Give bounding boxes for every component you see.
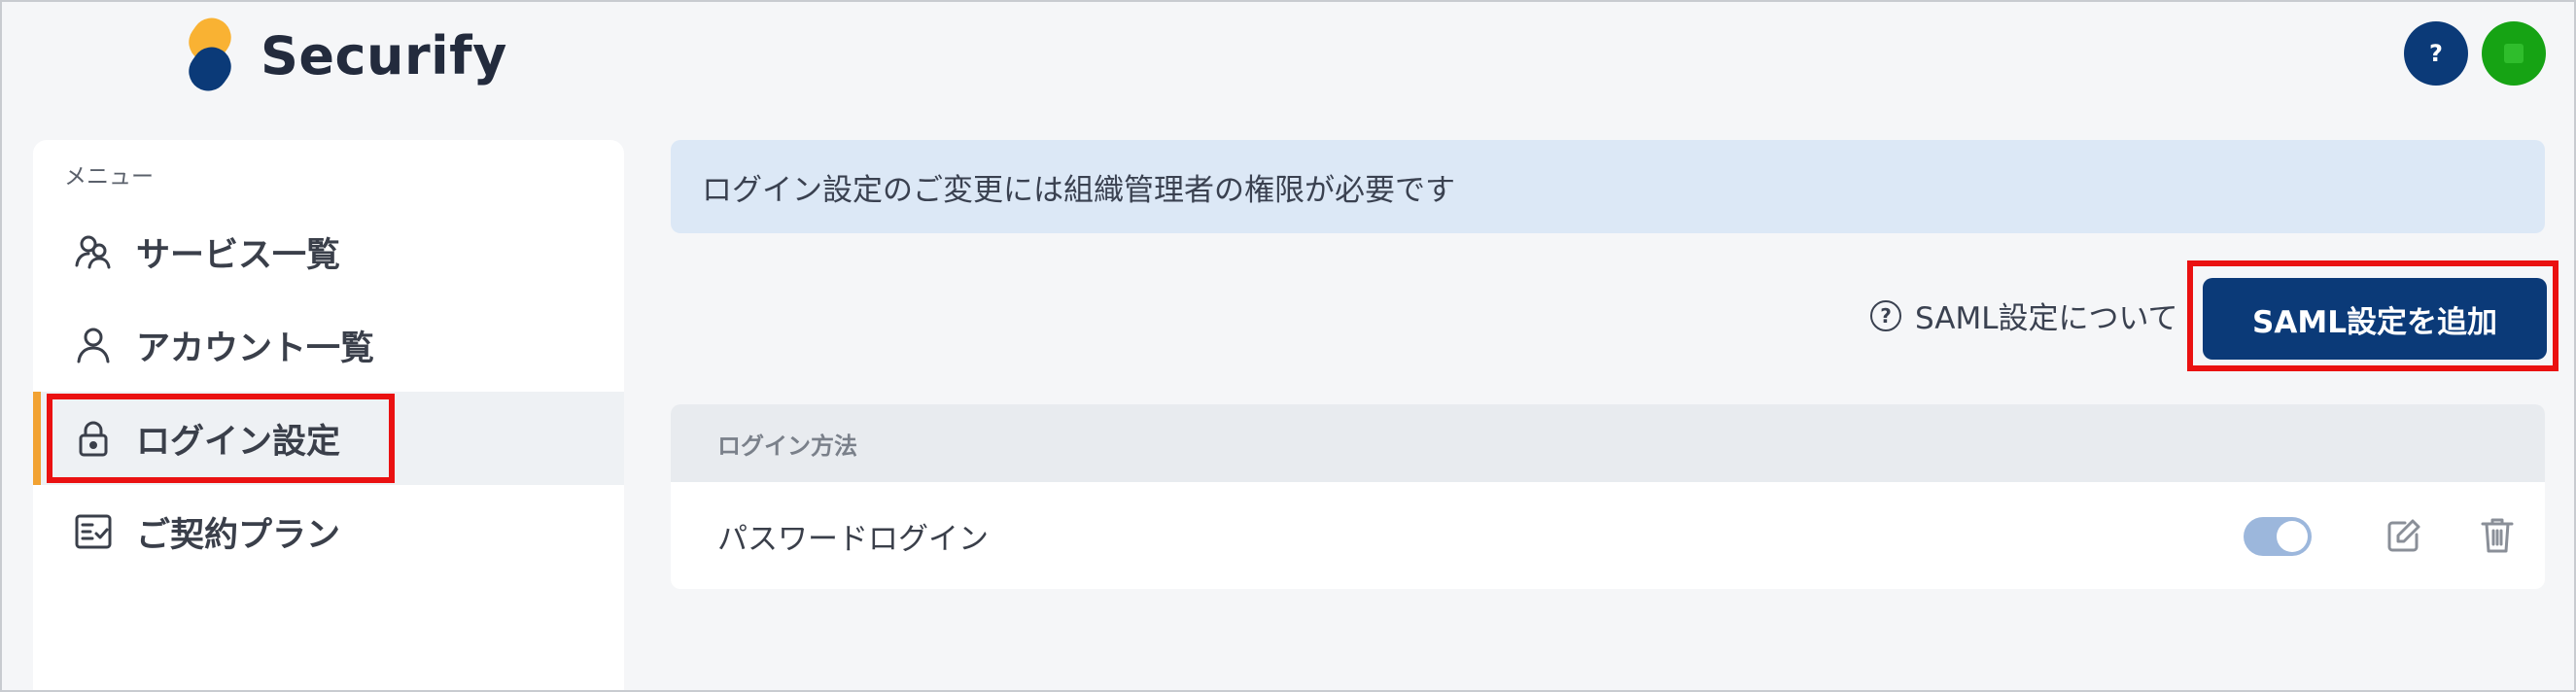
brand-logo[interactable]: Securify [181,16,507,95]
checklist-icon [72,510,115,553]
add-saml-button[interactable]: SAML設定を追加 [2203,278,2547,360]
question-icon: ? [1870,299,1901,331]
sidebar-item-label: ご契約プラン [136,515,341,555]
table-row: パスワードログイン [671,482,2545,589]
toggle-knob [2277,521,2308,552]
sidebar-item-login-settings[interactable]: ログイン設定 [33,392,624,485]
table-header: ログイン方法 [671,404,2545,482]
brand-name: Securify [261,24,507,86]
sidebar-item-services[interactable]: サービス一覧 [33,205,624,298]
password-login-toggle[interactable] [2244,517,2312,556]
sidebar-item-accounts[interactable]: アカウント一覧 [33,298,624,392]
menu-section-label: メニュー [64,164,154,190]
avatar-inner [2504,44,2524,63]
sidebar-item-label: アカウント一覧 [136,329,375,368]
row-label: パスワードログイン [717,521,989,557]
sidebar-item-label: ログイン設定 [136,422,341,462]
edit-icon[interactable] [2385,517,2422,554]
saml-help-label: SAML設定について [1915,301,2178,336]
sidebar: メニュー サービス一覧 アカウント一覧 ログイン設定 ご契約プラン [33,140,624,692]
permission-notice: ログイン設定のご変更には組織管理者の権限が必要です [671,140,2545,233]
help-button[interactable]: ? [2404,21,2468,86]
lock-icon [72,417,115,460]
sidebar-item-plan[interactable]: ご契約プラン [33,485,624,578]
saml-help-link[interactable]: ? SAML設定について [1870,294,2178,337]
trash-icon[interactable] [2479,515,2516,554]
user-icon [72,324,115,366]
sidebar-item-label: サービス一覧 [136,235,341,275]
avatar[interactable] [2482,21,2546,86]
login-methods-table: ログイン方法 パスワードログイン [671,404,2545,589]
users-icon [72,230,115,273]
securify-logo-icon [189,17,231,91]
